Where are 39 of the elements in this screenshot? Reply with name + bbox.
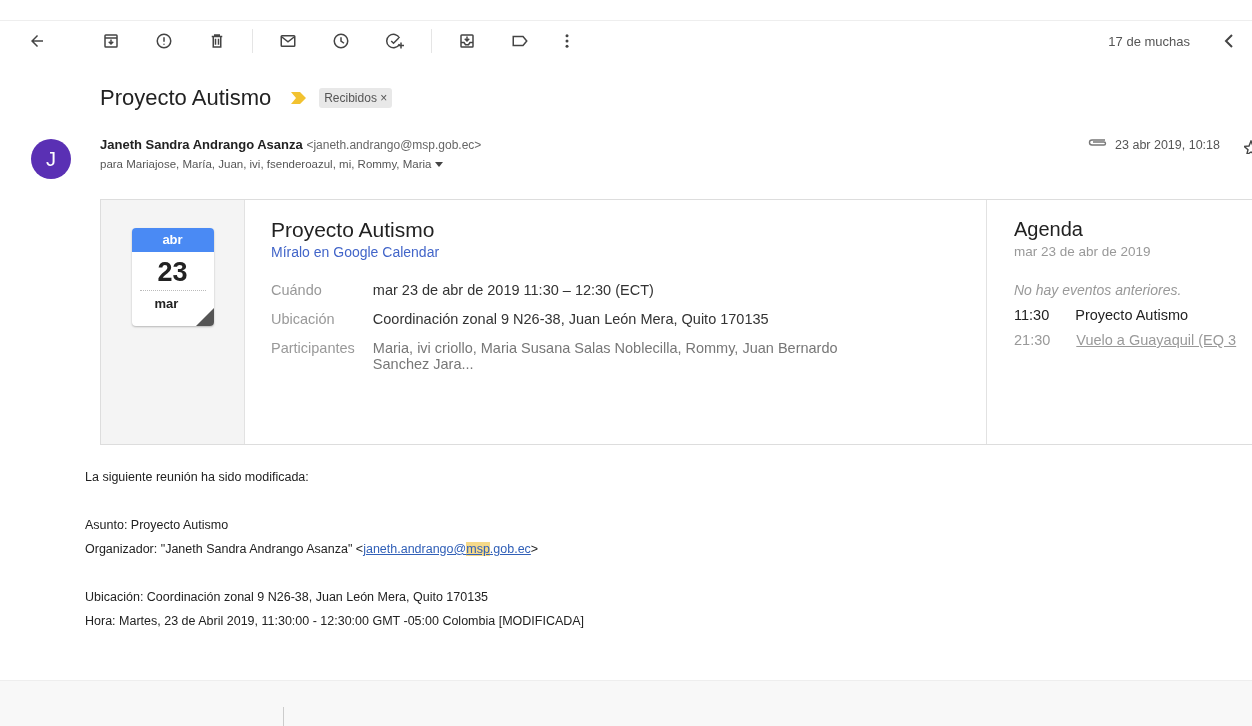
detail-value: Maria, ivi criollo, Maria Susana Salas Noblecilla, Rommy, Juan Bernardo Sanchez Jara... xyxy=(372,340,839,372)
detail-label: Cuándo xyxy=(271,282,323,298)
star-icon[interactable] xyxy=(1244,140,1252,154)
calendar-date-icon: abr 23 mar xyxy=(131,228,214,326)
body-text: Asunto: Proyecto Autismo xyxy=(85,517,230,534)
caret-icon xyxy=(435,161,444,167)
message-counter: 17 de muchas xyxy=(1108,33,1190,49)
label-chip[interactable]: Recibidos × xyxy=(319,88,393,108)
event-time: 11:30 xyxy=(1014,307,1050,323)
add-task-icon[interactable] xyxy=(385,32,405,50)
detail-label: Ubicación xyxy=(271,311,336,327)
move-to-icon[interactable] xyxy=(458,32,476,50)
event-time: 21:30 xyxy=(1014,332,1051,348)
event-name: Proyecto Autismo xyxy=(1075,307,1189,323)
avatar: J xyxy=(31,139,71,179)
body-text: Hora: Martes, 23 de Abril 2019, 11:30:00 - 12:30:00 GMT -05:00 Colombia [MODIFICADA] xyxy=(85,613,586,630)
message-date: 23 abr 2019, 10:18 xyxy=(1115,137,1220,152)
clock-icon[interactable] xyxy=(332,32,350,50)
sender-name: Janeth Sandra Andrango Asanza xyxy=(100,137,303,152)
detail-value: mar 23 de abr de 2019 11:30 – 12:30 (ECT) xyxy=(372,282,655,298)
detail-label: Participantes xyxy=(271,340,355,358)
detail-value: Coordinación zonal 9 N26-38, Juan León Mera, Quito 170135 xyxy=(372,311,770,327)
agenda-date: mar 23 de abr de 2019 xyxy=(1014,244,1152,259)
body-text: Organizador: "Janeth Sandra Andrango Asanza" < xyxy=(85,542,364,556)
more-icon[interactable] xyxy=(564,32,570,50)
body-text: La siguiente reunión ha sido modificada: xyxy=(85,469,310,486)
previous-icon[interactable] xyxy=(1224,34,1234,48)
event-title: Proyecto Autismo xyxy=(271,218,436,242)
mail-icon[interactable] xyxy=(279,32,297,50)
sender-email: <janeth.andrango@msp.gob.ec> xyxy=(306,138,482,152)
report-spam-icon[interactable] xyxy=(155,32,173,50)
body-text: Ubicación: Coordinación zonal 9 N26-38, Juan León Mera, Quito 170135 xyxy=(85,589,490,606)
body-text: > xyxy=(530,542,539,556)
agenda-empty-note: No hay eventos anteriores. xyxy=(1014,282,1183,298)
email-subject: Proyecto Autismo xyxy=(100,85,272,111)
recipients-dropdown[interactable]: para Mariajose, María, Juan, ivi, fsenderoazul, mi, Rommy, Maria xyxy=(100,158,482,170)
agenda-title: Agenda xyxy=(1014,218,1084,241)
calendar-link[interactable]: Míralo en Google Calendar xyxy=(271,244,960,260)
archive-icon[interactable] xyxy=(102,32,120,50)
